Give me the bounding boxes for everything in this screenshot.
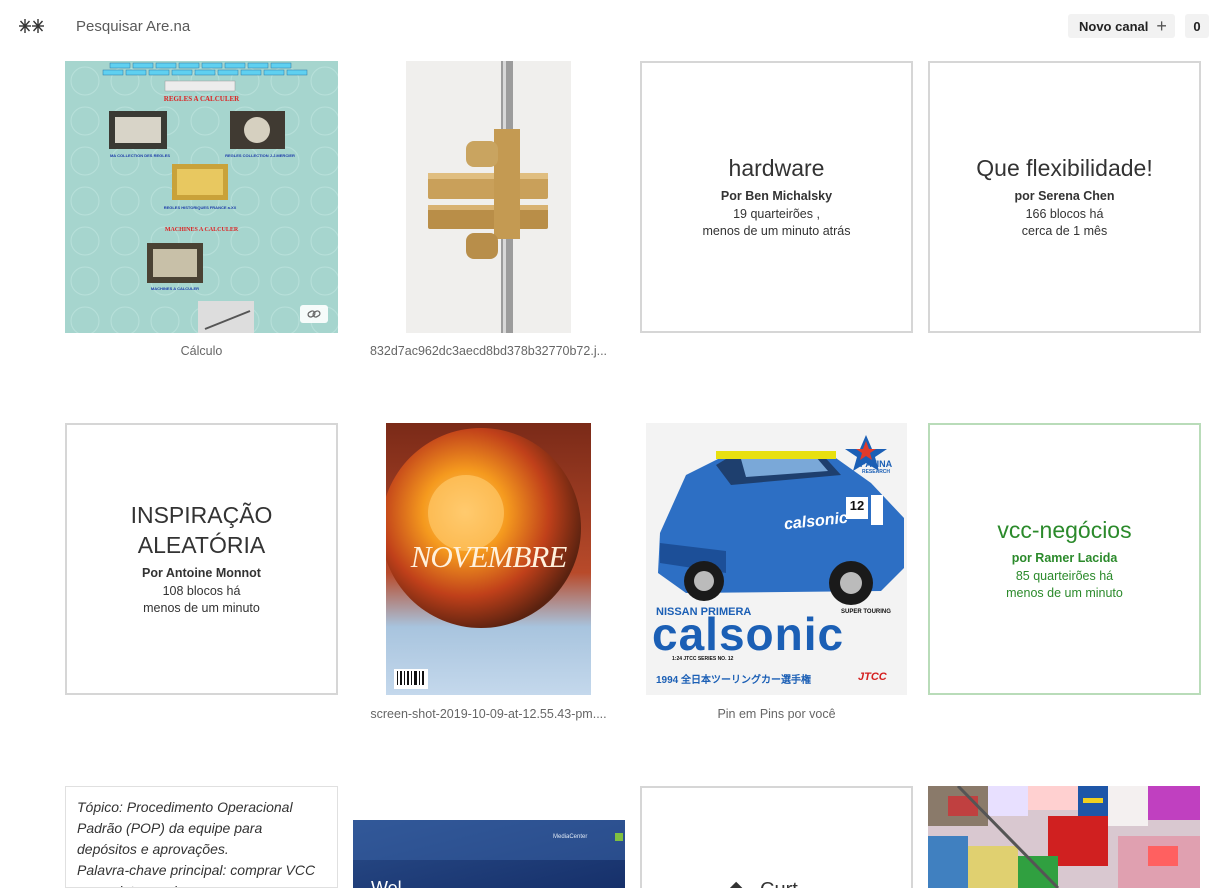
new-channel-button[interactable]: Novo canal +	[1068, 14, 1175, 38]
link-icon[interactable]	[300, 305, 328, 323]
block-clamp-caption: 832d7ac962dc3aecd8bd378b32770b72.j...	[369, 344, 608, 358]
new-channel-label: Novo canal	[1079, 18, 1149, 34]
channel-meta: 108 blocos há	[162, 583, 241, 598]
channel-title: Que flexibilidade!	[976, 155, 1153, 182]
block-text-topico[interactable]: Tópico: Procedimento Operacional Padrão …	[65, 786, 338, 888]
calculo-page-title: REGLES A CALCULER	[163, 95, 240, 103]
notification-count[interactable]: 0	[1185, 14, 1209, 38]
block-calculo-caption: Cálculo	[180, 344, 223, 358]
block-mediacenter-image[interactable]: MediaCenter Wel	[353, 820, 625, 888]
block-channel-bottom[interactable]: ◆ Curt	[640, 786, 913, 888]
calsonic-brand-sub: RESEARCH	[861, 469, 891, 475]
channel-que-flexibilidade[interactable]: Que flexibilidade! por Serena Chen 166 b…	[928, 61, 1201, 333]
channel-meta: cerca de 1 mês	[1021, 223, 1108, 238]
block-novembre-image[interactable]: NOVEMBRE	[386, 423, 591, 695]
text-block-content-2: Palavra-chave principal: comprar VCC com…	[77, 862, 316, 887]
channel-author: por Ramer Lacida	[1011, 551, 1118, 566]
channel-title: Curt	[760, 880, 798, 888]
calsonic-series: 1:24 JTCC SERIES NO. 12	[672, 656, 734, 662]
channel-title: INSPIRAÇÃO	[130, 502, 273, 529]
block-calculo-image[interactable]: REGLES A CALCULER MA COLLECTION DES REGL…	[65, 61, 338, 333]
text-block-content: Tópico: Procedimento Operacional Padrão …	[77, 799, 293, 857]
channel-meta: menos de um minuto	[1006, 585, 1123, 600]
channel-author: Por Ben Michalsky	[720, 189, 833, 204]
novembre-cover-title: NOVEMBRE	[410, 539, 568, 574]
block-novembre-caption: screen-shot-2019-10-09-at-12.55.43-pm...…	[370, 707, 607, 721]
top-bar: Novo canal + 0	[0, 0, 1219, 52]
block-calsonic-image[interactable]: PATINA RESEARCH 12 calsonic NISSAN PRIME…	[646, 423, 907, 695]
channel-meta: menos de um minuto	[143, 600, 260, 615]
plus-icon: +	[1156, 15, 1167, 36]
calculo-section-2: MACHINES A CALCULER	[164, 227, 239, 233]
channel-vcc-negocios[interactable]: vcc-negócios por Ramer Lacida 85 quartei…	[928, 423, 1201, 695]
block-calsonic-caption: Pin em Pins por você	[717, 707, 836, 721]
calculo-item-3: REGLES HISTORIQUES FRANCE a.XX	[163, 205, 237, 210]
calsonic-brand: PATINA	[859, 459, 893, 469]
channel-meta: 19 quarteirões ,	[733, 206, 820, 221]
channel-meta: 166 blocos há	[1025, 206, 1104, 221]
channel-author: Por Antoine Monnot	[142, 566, 261, 581]
calculo-item-1: MA COLLECTION DES REGLES	[109, 153, 171, 158]
block-clamp-image[interactable]	[406, 61, 571, 333]
arena-logo-icon[interactable]	[18, 14, 46, 38]
channel-meta: menos de um minuto atrás	[702, 223, 851, 238]
channel-meta: 85 quarteirões há	[1015, 568, 1114, 583]
channel-title: vcc-negócios	[997, 517, 1132, 544]
block-collage-image[interactable]	[928, 786, 1200, 888]
calculo-item-4: MACHINES A CALCULER	[150, 286, 200, 291]
channel-inspiracao-aleatoria[interactable]: INSPIRAÇÃO ALEATÓRIA Por Antoine Monnot …	[65, 423, 338, 695]
channel-hardware[interactable]: hardware Por Ben Michalsky 19 quarteirõe…	[640, 61, 913, 333]
calsonic-year: 1994 全日本ツーリングカー選手権	[656, 675, 812, 686]
warning-icon: ◆	[730, 879, 743, 888]
mediacenter-welcome: Wel	[371, 878, 402, 888]
mediacenter-brand: MediaCenter	[553, 834, 588, 840]
channel-title: hardware	[728, 155, 825, 182]
calsonic-logo: calsonic	[652, 608, 845, 660]
calculo-item-2: REGLES COLLECTION J.J.MERCIER	[225, 153, 295, 158]
calsonic-jtcc: JTCC	[858, 671, 887, 683]
channel-title-line-2: ALEATÓRIA	[137, 532, 266, 559]
search-input[interactable]	[76, 15, 576, 37]
channel-author: por Serena Chen	[1014, 189, 1115, 204]
